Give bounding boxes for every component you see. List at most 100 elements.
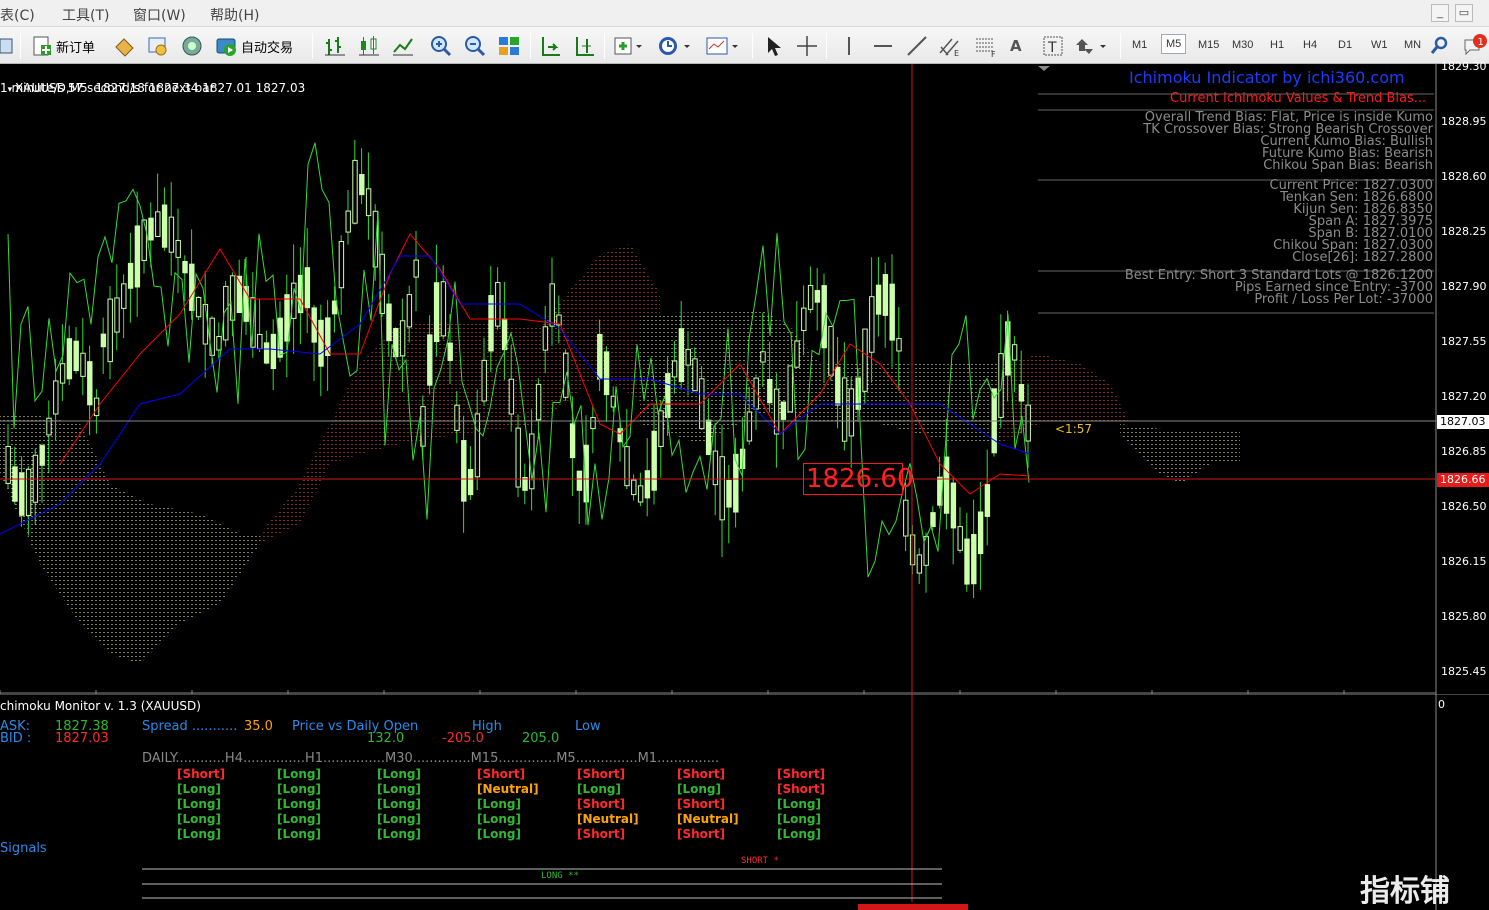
signal-cell: [Neutral] <box>577 812 639 826</box>
signal-cell: [Short] <box>777 782 826 796</box>
price-tick-label: 1825.45 <box>1441 665 1487 678</box>
signal-cell: [Long] <box>277 812 321 826</box>
timeframe-w1[interactable]: W1 <box>1371 39 1388 51</box>
timeframe-d1[interactable]: D1 <box>1338 39 1352 51</box>
signal-cell: [Long] <box>577 782 621 796</box>
cursor-icon[interactable] <box>762 34 784 58</box>
timeframe-m5[interactable]: M5 <box>1161 34 1187 54</box>
bar-timer: 1 minute/s 57 second/s for next bar <box>0 81 215 95</box>
fibonacci-icon[interactable]: F <box>974 34 998 58</box>
watermark-logo: 指标铺 <box>1360 874 1450 909</box>
bid-value: 1827.03 <box>55 731 109 746</box>
chart-icon[interactable] <box>0 34 14 58</box>
restore-button[interactable]: ▭ <box>1455 4 1473 22</box>
tile-windows-icon[interactable] <box>498 34 520 58</box>
toolbar: 新订单 自动交易 E F A T M1 M5 M15 M30 H1 H4 D1 … <box>0 27 1489 64</box>
notifications-icon[interactable]: 1 <box>1462 34 1488 58</box>
new-order-button[interactable]: 新订单 <box>31 34 95 58</box>
notification-count: 1 <box>1478 37 1484 48</box>
timeframe-h4[interactable]: H4 <box>1303 39 1317 51</box>
menu-chart[interactable]: 表(C) <box>0 5 35 25</box>
zoom-in-icon[interactable] <box>430 34 452 58</box>
countdown-label: <1:57 <box>1055 422 1093 436</box>
auto-trading-button[interactable]: 自动交易 <box>215 34 293 58</box>
price-tick-label: 1828.25 <box>1441 225 1487 238</box>
zoom-out-icon[interactable] <box>464 34 486 58</box>
menu-window[interactable]: 窗口(W) <box>133 5 186 25</box>
ichimoku-lines <box>0 142 1031 578</box>
price-line-label: 1826.66 <box>1437 473 1489 487</box>
price-tick-label: 1828.60 <box>1441 170 1487 183</box>
horizontal-line-icon[interactable] <box>872 34 894 58</box>
crosshair-price-box: 1826.60 <box>803 463 914 495</box>
ichimoku-subtitle: Current Ichimoku Values & Trend Bias... <box>1170 91 1427 106</box>
signal-cell: [Long] <box>777 827 821 841</box>
svg-text:T: T <box>1047 40 1057 56</box>
line-chart-icon[interactable] <box>392 34 414 58</box>
signal-cell: [Short] <box>677 767 726 781</box>
trendline-icon[interactable] <box>906 34 928 58</box>
bar-chart-icon[interactable] <box>324 34 346 58</box>
long-marker: LONG ** <box>541 871 579 881</box>
chart-shift-icon[interactable] <box>574 34 596 58</box>
signal-cell: [Long] <box>377 767 421 781</box>
timeframe-mn[interactable]: MN <box>1404 39 1421 51</box>
signal-cell: [Long] <box>777 797 821 811</box>
data-window-icon[interactable] <box>147 34 169 58</box>
price-tick-label: 1828.95 <box>1441 115 1487 128</box>
high-value: -205.0 <box>442 731 484 746</box>
signal-cell: [Long] <box>677 782 721 796</box>
menu-help[interactable]: 帮助(H) <box>210 5 259 25</box>
auto-scroll-icon[interactable] <box>540 34 562 58</box>
price-tick-label: 1827.90 <box>1441 280 1487 293</box>
price-tick-label: 1825.80 <box>1441 610 1487 623</box>
new-order-icon <box>33 36 51 56</box>
menu-tools[interactable]: 工具(T) <box>62 5 109 25</box>
templates-icon[interactable] <box>706 34 740 58</box>
signal-cell: [Long] <box>177 812 221 826</box>
timeframe-m30[interactable]: M30 <box>1232 39 1253 51</box>
price-tick-label: 1826.50 <box>1441 500 1487 513</box>
current-price-label: 1827.03 <box>1437 415 1489 429</box>
arrows-icon[interactable] <box>1074 34 1110 58</box>
text-label-icon[interactable]: T <box>1042 34 1064 58</box>
text-tool-icon[interactable]: A <box>1010 34 1022 58</box>
sub-axis-zero: 0 <box>1438 698 1445 711</box>
monitor-title: chimoku Monitor v. 1.3 (XAUUSD) <box>0 699 201 713</box>
price-tick-label: 1827.20 <box>1441 390 1487 403</box>
equidistant-channel-icon[interactable]: E <box>938 34 962 58</box>
signal-cell: [Long] <box>477 797 521 811</box>
signal-cell: [Long] <box>477 812 521 826</box>
timeframe-m1[interactable]: M1 <box>1132 39 1147 51</box>
minimize-button[interactable]: _ <box>1431 4 1449 22</box>
bias-line-4: Chikou Span Bias: Bearish <box>1263 158 1433 173</box>
crosshair-icon[interactable] <box>796 34 818 58</box>
auto-trading-icon <box>216 38 236 56</box>
signal-cell: [Long] <box>277 827 321 841</box>
signal-cell: [Short] <box>477 767 526 781</box>
svg-text:F: F <box>991 50 996 57</box>
indicators-icon[interactable] <box>614 34 644 58</box>
candlestick-icon[interactable] <box>358 34 380 58</box>
market-watch-icon[interactable] <box>113 34 135 58</box>
timeframe-header: DAILY............H4...............H1....… <box>142 751 720 766</box>
vertical-line-icon[interactable] <box>838 34 860 58</box>
timeframe-h1[interactable]: H1 <box>1270 39 1284 51</box>
value-line-6: Close[26]: 1827.2800 <box>1292 250 1433 265</box>
spread-label: Spread ........... <box>142 719 238 734</box>
signal-cell: [Long] <box>177 782 221 796</box>
search-icon[interactable] <box>1430 34 1450 58</box>
menu-bar: 表(C) 工具(T) 窗口(W) 帮助(H) _ ▭ <box>0 0 1489 27</box>
navigator-icon[interactable] <box>181 34 203 58</box>
periods-icon[interactable] <box>658 34 692 58</box>
entry-line-2: Profit / Loss Per Lot: -37000 <box>1254 292 1433 307</box>
short-marker: SHORT * <box>741 856 779 866</box>
signal-cell: [Long] <box>277 797 321 811</box>
signal-cell: [Short] <box>177 767 226 781</box>
signal-cell: [Long] <box>377 797 421 811</box>
timeframe-m15[interactable]: M15 <box>1198 39 1219 51</box>
signal-cell: [Neutral] <box>677 812 739 826</box>
signal-cell: [Long] <box>377 827 421 841</box>
signal-cell: [Long] <box>377 782 421 796</box>
signal-cell: [Long] <box>477 827 521 841</box>
